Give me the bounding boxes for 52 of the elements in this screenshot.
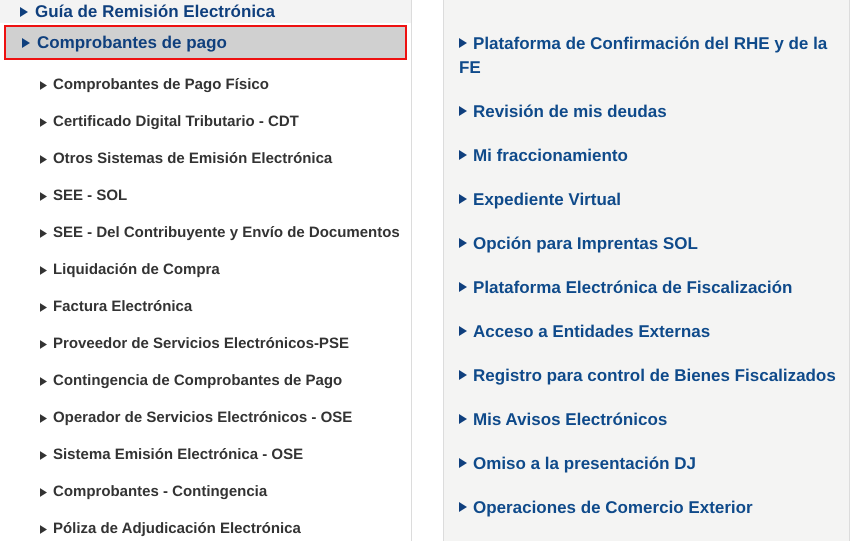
triangle-icon: [40, 340, 47, 349]
triangle-icon: [40, 451, 47, 460]
triangle-icon: [40, 377, 47, 386]
triangle-icon: [459, 106, 467, 116]
link[interactable]: Acceso a Entidades Externas: [459, 310, 839, 354]
triangle-icon: [40, 81, 47, 90]
submenu-item[interactable]: Sistema Emisión Electrónica - OSE: [0, 437, 411, 474]
triangle-icon: [40, 488, 47, 497]
triangle-icon: [40, 118, 47, 127]
submenu-item[interactable]: Comprobantes - Contingencia: [0, 474, 411, 511]
link[interactable]: Mis Avisos Electrónicos: [459, 398, 839, 442]
triangle-icon: [459, 38, 467, 48]
link[interactable]: Expediente Virtual: [459, 178, 839, 222]
link[interactable]: Revisión de mis deudas: [459, 90, 839, 134]
submenu-item[interactable]: Proveedor de Servicios Electrónicos-PSE: [0, 326, 411, 363]
triangle-icon: [459, 238, 467, 248]
triangle-icon: [459, 282, 467, 292]
link[interactable]: Mi fraccionamiento: [459, 134, 839, 178]
link[interactable]: Omiso a la presentación DJ: [459, 442, 839, 486]
triangle-icon: [40, 525, 47, 534]
triangle-icon: [459, 150, 467, 160]
submenu-item[interactable]: Factura Electrónica: [0, 289, 411, 326]
link[interactable]: Plataforma de Confirmación del RHE y de la FE: [459, 22, 839, 90]
triangle-icon: [40, 414, 47, 423]
triangle-icon: [459, 502, 467, 512]
submenu-item[interactable]: SEE - SOL: [0, 178, 411, 215]
link[interactable]: Plataforma Electrónica de Fiscalización: [459, 266, 839, 310]
submenu-item[interactable]: Liquidación de Compra: [0, 252, 411, 289]
submenu-item[interactable]: Operador de Servicios Electrónicos - OSE: [0, 400, 411, 437]
triangle-icon: [40, 155, 47, 164]
menu-item[interactable]: Guía de Remisión Electrónica: [0, 0, 411, 23]
submenu-item[interactable]: Otros Sistemas de Emisión Electrónica: [0, 141, 411, 178]
triangle-icon: [22, 38, 30, 48]
triangle-icon: [459, 326, 467, 336]
triangle-icon: [40, 303, 47, 312]
submenu-item[interactable]: SEE - Del Contribuyente y Envío de Documentos: [0, 215, 411, 252]
link[interactable]: Registro para control de Bienes Fiscalizados: [459, 354, 839, 398]
link[interactable]: Operaciones de Comercio Exterior: [459, 486, 839, 530]
triangle-icon: [40, 229, 47, 238]
triangle-icon: [459, 194, 467, 204]
triangle-icon: [459, 458, 467, 468]
triangle-icon: [459, 370, 467, 380]
submenu-item[interactable]: Certificado Digital Tributario - CDT: [0, 104, 411, 141]
submenu-item[interactable]: Póliza de Adjudicación Electrónica: [0, 511, 411, 541]
triangle-icon: [459, 414, 467, 424]
menu-item[interactable]: Comprobantes de pago: [4, 25, 407, 60]
submenu-item[interactable]: Contingencia de Comprobantes de Pago: [0, 363, 411, 400]
link[interactable]: Opción para Imprentas SOL: [459, 222, 839, 266]
triangle-icon: [20, 6, 28, 16]
triangle-icon: [40, 192, 47, 201]
submenu-item[interactable]: Comprobantes de Pago Físico: [0, 67, 411, 104]
triangle-icon: [40, 266, 47, 275]
